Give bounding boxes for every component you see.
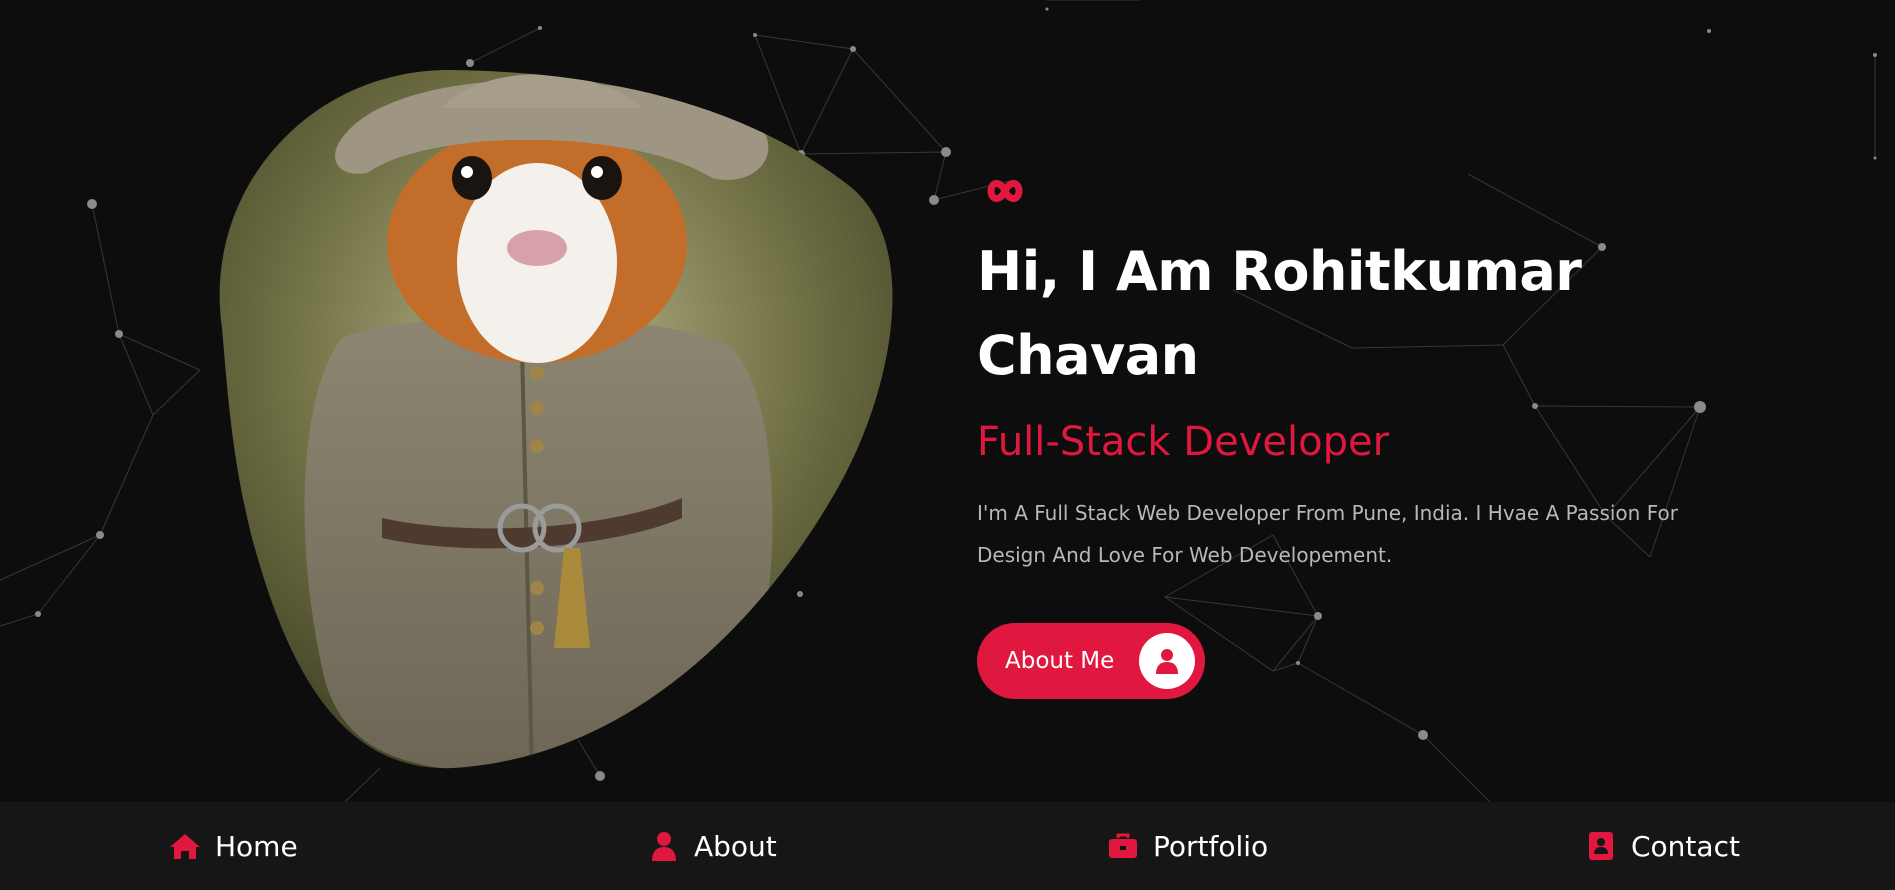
briefcase-icon <box>1107 830 1139 862</box>
about-me-button[interactable]: About Me <box>977 623 1205 699</box>
page: Hi, I Am Rohitkumar Chavan Full-Stack De… <box>0 0 1895 890</box>
hero-section: Hi, I Am Rohitkumar Chavan Full-Stack De… <box>977 174 1737 699</box>
hero-title: Hi, I Am Rohitkumar Chavan <box>977 240 1582 387</box>
home-icon <box>169 830 201 862</box>
hero-description: I'm A Full Stack Web Developer From Pune… <box>977 501 1678 567</box>
profile-portrait <box>192 68 897 773</box>
nav-item-about[interactable]: About <box>648 802 777 890</box>
guinea-pig-wizard-image <box>219 69 893 769</box>
hero-role: Full-Stack Developer <box>977 419 1390 465</box>
nav-item-label: Portfolio <box>1153 829 1269 863</box>
nav-item-label: Home <box>215 829 298 863</box>
about-me-button-label: About Me <box>1005 648 1115 674</box>
bottom-navigation: Home About Portfolio Contact <box>0 802 1895 890</box>
nav-item-label: About <box>694 829 777 863</box>
nav-item-contact[interactable]: Contact <box>1585 802 1740 890</box>
nav-item-portfolio[interactable]: Portfolio <box>1107 802 1268 890</box>
nav-item-label: Contact <box>1631 829 1740 863</box>
user-icon <box>648 830 680 862</box>
address-book-icon <box>1585 830 1617 862</box>
nav-item-home[interactable]: Home <box>169 802 298 890</box>
user-icon <box>1139 633 1195 689</box>
infinity-icon <box>987 180 1023 202</box>
